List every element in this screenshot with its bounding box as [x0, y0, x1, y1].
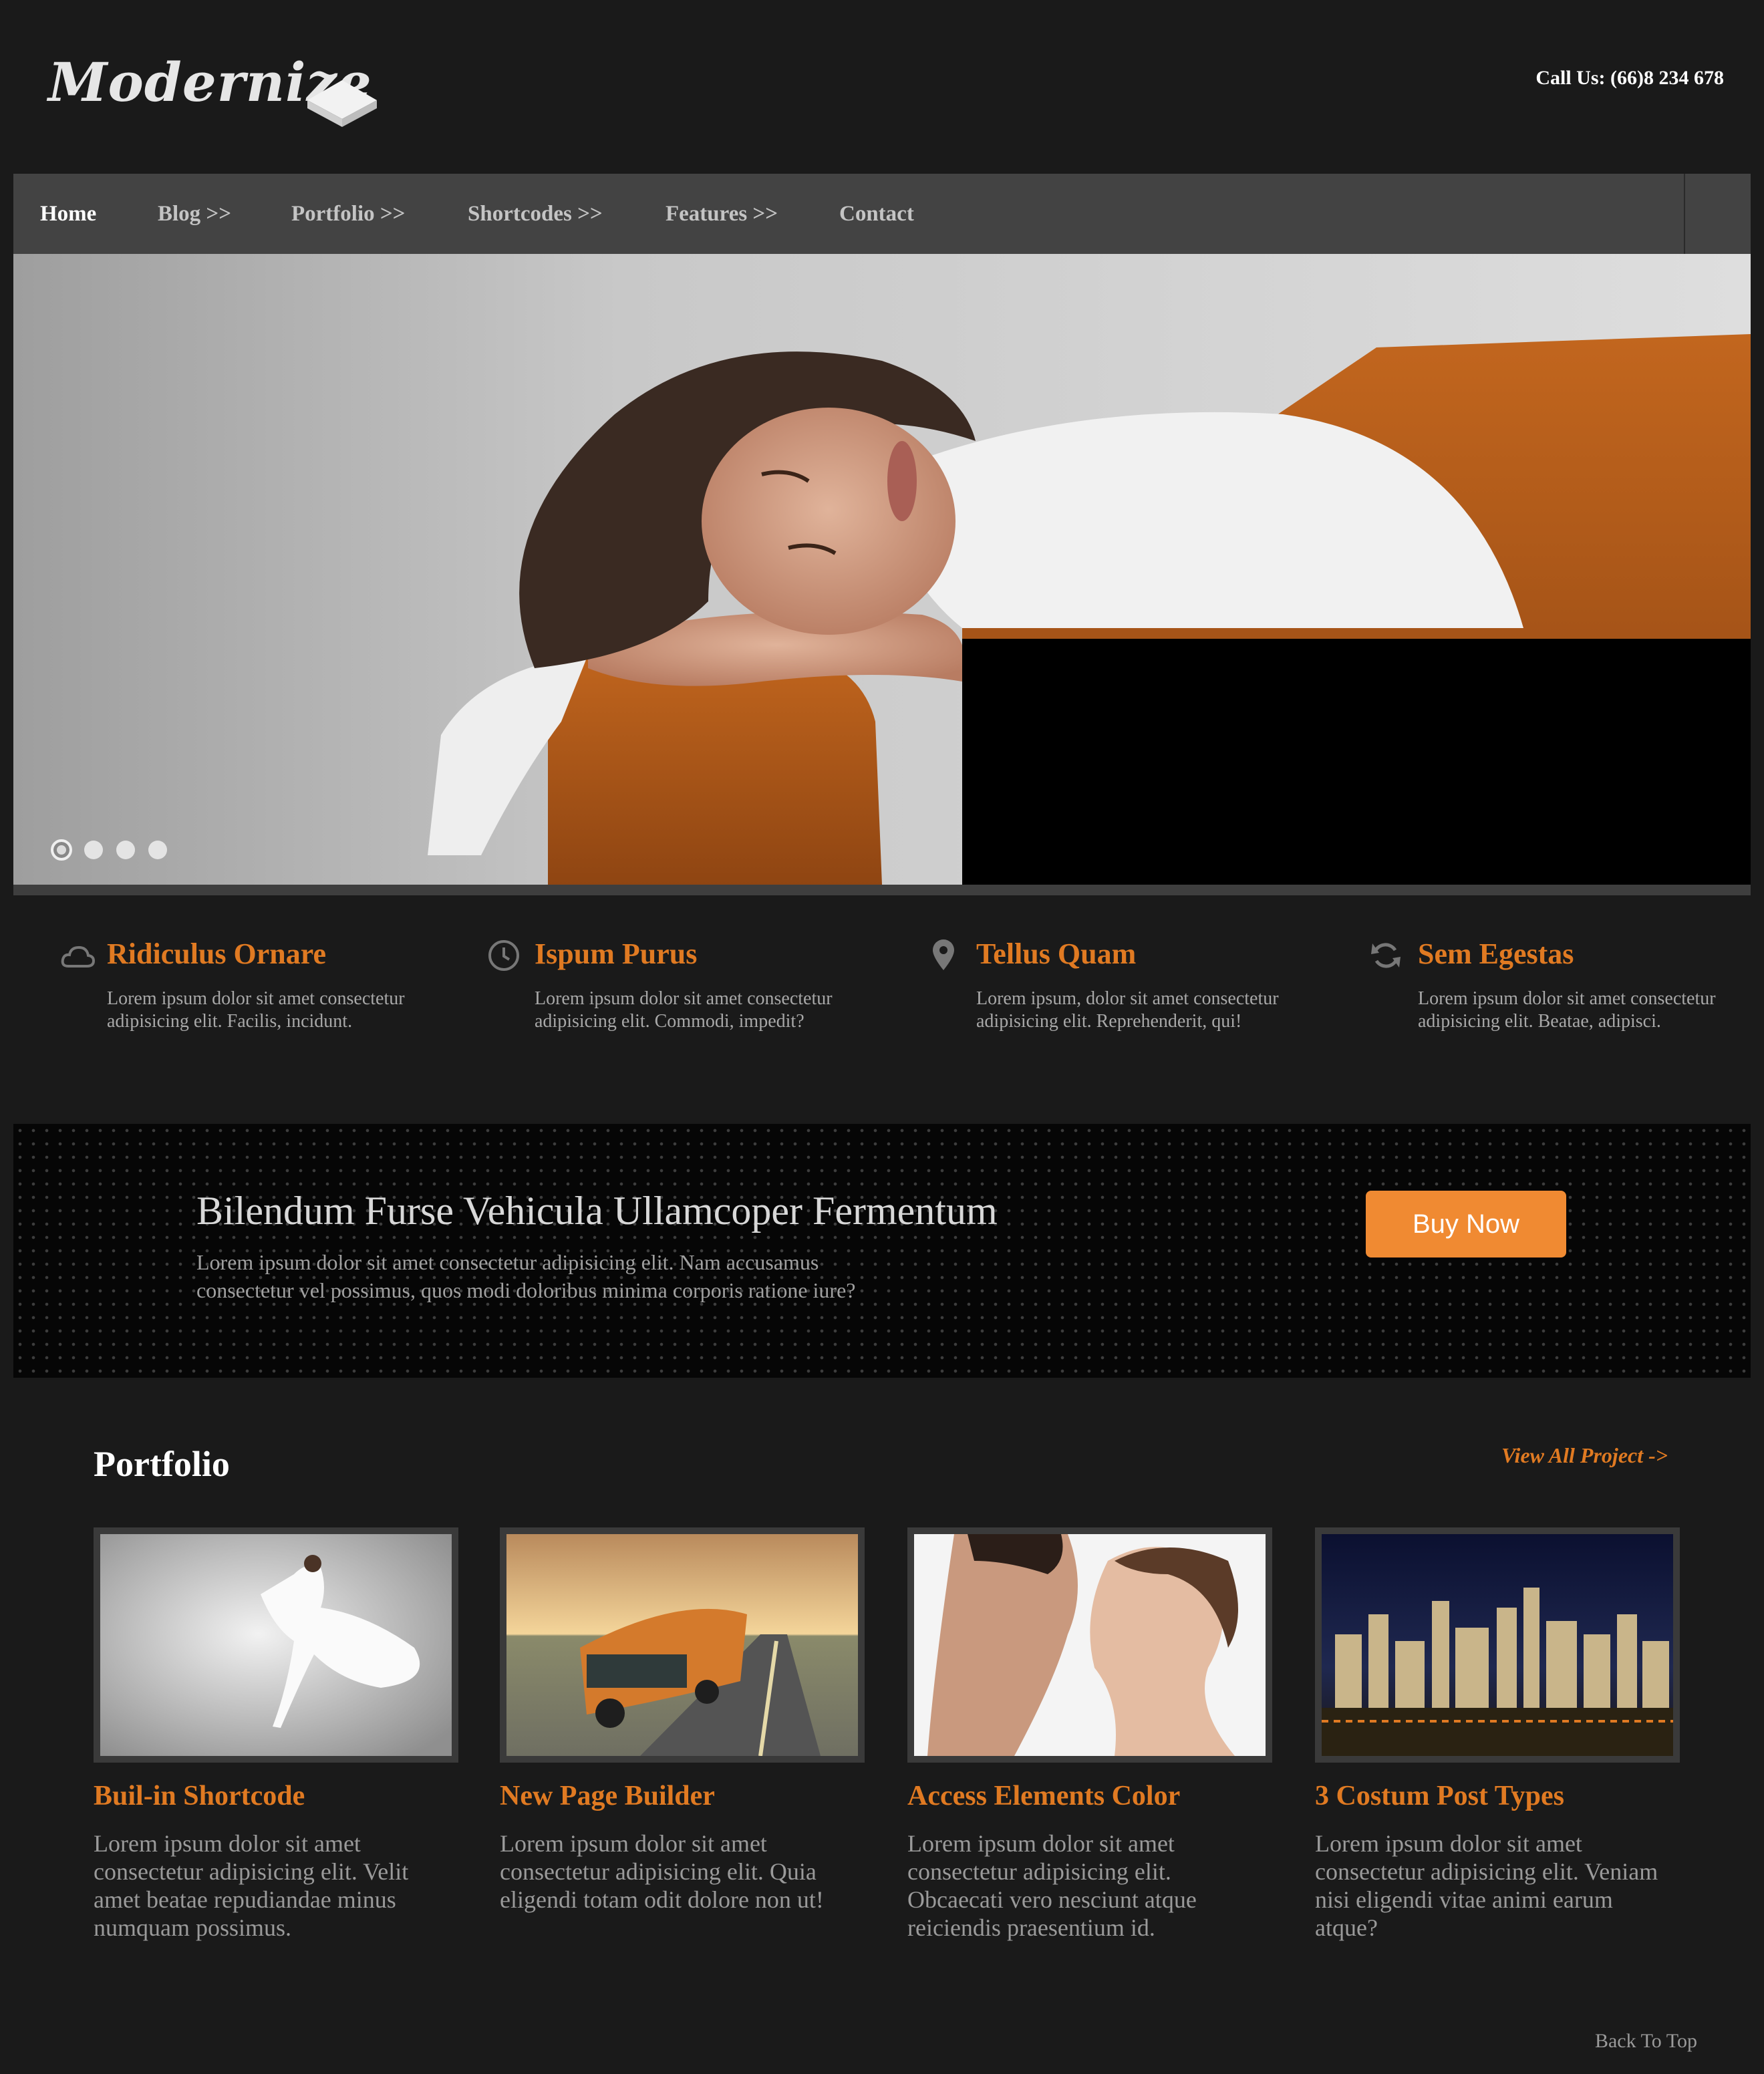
nav-portfolio[interactable]: Portfolio >>	[291, 174, 405, 254]
cloud-icon	[61, 945, 95, 968]
buy-now-button[interactable]: Buy Now	[1366, 1191, 1566, 1257]
feature-title: Sem Egestas	[1418, 937, 1574, 970]
portfolio-item-title[interactable]: Access Elements Color	[907, 1780, 1180, 1812]
feature-title: Ispum Purus	[535, 937, 698, 970]
phone-number: Call Us: (66)8 234 678	[1535, 67, 1724, 89]
promo-text: Lorem ipsum dolor sit amet consectetur a…	[196, 1250, 856, 1302]
feature-text: Lorem ipsum, dolor sit amet consectetur …	[976, 988, 1279, 1032]
portfolio-heading: Portfolio	[94, 1444, 230, 1484]
nav-home[interactable]: Home	[40, 174, 96, 254]
view-all-projects-link[interactable]: View All Project ->	[1501, 1443, 1668, 1468]
portfolio-item-text: Lorem ipsum dolor sit amet consectetur a…	[500, 1830, 824, 1913]
nav-features[interactable]: Features >>	[666, 174, 778, 254]
portfolio-thumbnail[interactable]	[907, 1527, 1272, 1763]
couple-image	[914, 1534, 1266, 1756]
dancer-image	[100, 1534, 452, 1756]
map-pin-icon	[933, 939, 954, 970]
slider-bottom-bar	[13, 885, 1751, 895]
nav-shortcodes[interactable]: Shortcodes >>	[468, 174, 603, 254]
portfolio-item-text: Lorem ipsum dolor sit amet consectetur a…	[1315, 1830, 1658, 1941]
portfolio-thumbnail[interactable]	[1315, 1527, 1680, 1763]
city-skyline-image	[1322, 1534, 1673, 1756]
portfolio-item-text: Lorem ipsum dolor sit amet consectetur a…	[907, 1830, 1197, 1941]
refresh-icon	[1371, 943, 1401, 968]
hero-image	[13, 254, 1751, 885]
back-to-top-link[interactable]: Back To Top	[1595, 2030, 1697, 2053]
feature-text: Lorem ipsum dolor sit amet consectetur a…	[107, 988, 405, 1032]
slider-dot-4[interactable]	[148, 841, 167, 859]
hero-slider[interactable]	[13, 254, 1751, 885]
logo-diamond-icon	[307, 80, 377, 127]
portfolio-thumbnail[interactable]	[500, 1527, 865, 1763]
clock-icon	[488, 940, 519, 971]
nav-blog[interactable]: Blog >>	[158, 174, 231, 254]
feature-title: Ridiculus Ornare	[107, 937, 327, 970]
nav-contact[interactable]: Contact	[839, 174, 914, 254]
nav-divider	[1684, 174, 1685, 254]
slider-dot-1[interactable]	[51, 839, 72, 861]
promo-title: Bilendum Furse Vehicula Ullamcoper Ferme…	[196, 1189, 998, 1233]
feature-text: Lorem ipsum dolor sit amet consectetur a…	[1418, 988, 1716, 1032]
feature-title: Tellus Quam	[976, 937, 1137, 970]
portfolio-thumbnail[interactable]	[94, 1527, 458, 1763]
portfolio-item-title[interactable]: 3 Costum Post Types	[1315, 1780, 1564, 1812]
portfolio-item-title[interactable]: New Page Builder	[500, 1780, 715, 1812]
feature-text: Lorem ipsum dolor sit amet consectetur a…	[535, 988, 833, 1032]
slider-dot-3[interactable]	[116, 841, 135, 859]
portfolio-item-title[interactable]: Buil-in Shortcode	[94, 1780, 305, 1812]
main-nav: Home Blog >> Portfolio >> Shortcodes >> …	[13, 174, 1751, 254]
slider-dot-2[interactable]	[84, 841, 103, 859]
portfolio-item-text: Lorem ipsum dolor sit amet consectetur a…	[94, 1830, 409, 1941]
bus-image	[506, 1534, 858, 1756]
